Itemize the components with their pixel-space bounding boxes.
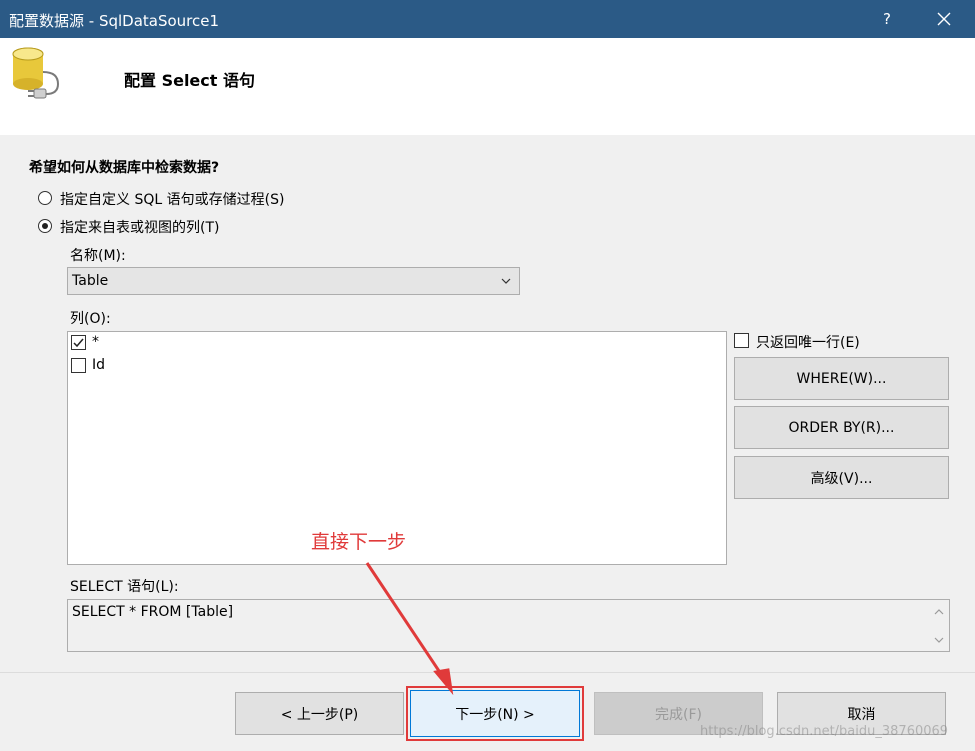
unique-rows-checkbox[interactable]	[734, 333, 749, 348]
database-icon	[12, 47, 60, 99]
scroll-down-icon[interactable]	[929, 630, 949, 650]
chevron-down-icon	[501, 278, 511, 284]
footer-divider	[0, 672, 975, 673]
wizard-header: 配置 Select 语句	[0, 38, 975, 135]
checkmark-icon	[73, 338, 84, 348]
title-bar: 配置数据源 - SqlDataSource1 ?	[0, 0, 975, 38]
order-by-button[interactable]: ORDER BY(R)...	[734, 406, 949, 449]
table-columns-radio[interactable]	[38, 219, 52, 233]
sql-statement-text: SELECT * FROM [Table]	[72, 604, 234, 620]
annotation-text: 直接下一步	[311, 531, 407, 553]
custom-sql-radio-label[interactable]: 指定自定义 SQL 语句或存储过程(S)	[60, 189, 284, 209]
unique-rows-label[interactable]: 只返回唯一行(E)	[756, 332, 860, 352]
sql-scrollbar[interactable]	[929, 600, 949, 651]
close-icon	[937, 12, 951, 26]
advanced-button[interactable]: 高级(V)...	[734, 456, 949, 499]
where-button[interactable]: WHERE(W)...	[734, 357, 949, 400]
custom-sql-radio[interactable]	[38, 191, 52, 205]
column-id-label: Id	[92, 357, 106, 373]
columns-label: 列(O):	[70, 311, 111, 327]
next-button[interactable]: 下一步(N) >	[410, 690, 580, 737]
question-label: 希望如何从数据库中检索数据?	[29, 160, 220, 176]
close-button[interactable]	[924, 0, 964, 38]
column-star-checkbox[interactable]	[71, 335, 86, 350]
name-label: 名称(M):	[70, 248, 126, 264]
page-title: 配置 Select 语句	[124, 71, 255, 90]
sql-label: SELECT 语句(L):	[70, 579, 179, 595]
table-columns-radio-label[interactable]: 指定来自表或视图的列(T)	[60, 217, 219, 237]
help-button[interactable]: ?	[870, 0, 904, 38]
sql-statement-box[interactable]: SELECT * FROM [Table]	[67, 599, 950, 652]
previous-button[interactable]: < 上一步(P)	[235, 692, 404, 735]
window-title: 配置数据源 - SqlDataSource1	[9, 12, 220, 30]
name-dropdown-value: Table	[72, 273, 109, 289]
name-dropdown[interactable]: Table	[67, 267, 520, 295]
scroll-up-icon[interactable]	[929, 602, 949, 622]
watermark: https://blog.csdn.net/baidu_38760069	[700, 724, 949, 739]
column-id-checkbox[interactable]	[71, 358, 86, 373]
column-star-label: *	[92, 334, 99, 350]
